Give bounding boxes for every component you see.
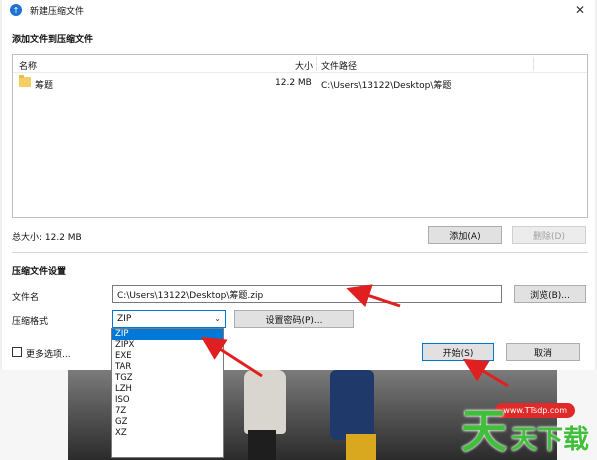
settings-section-title: 压缩文件设置 xyxy=(12,267,67,277)
format-select[interactable]: ZIP ⌄ xyxy=(112,310,226,328)
person-legs-2 xyxy=(346,434,376,460)
chevron-down-icon[interactable]: ⌄ xyxy=(214,314,221,323)
format-option-zip[interactable]: ZIP xyxy=(112,329,223,340)
start-button[interactable]: 开始(S) xyxy=(422,343,494,361)
person-figure-2 xyxy=(330,370,374,440)
format-option-exe[interactable]: EXE xyxy=(112,351,223,362)
format-option-tgz[interactable]: TGZ xyxy=(112,373,223,384)
format-option-xz[interactable]: XZ xyxy=(112,428,223,439)
format-select-value: ZIP xyxy=(117,314,132,324)
title-bar: ↑ 新建压缩文件 ✕ xyxy=(2,0,595,20)
list-header: 名称 大小 文件路径 xyxy=(13,55,587,73)
column-separator[interactable] xyxy=(533,57,534,71)
section-divider xyxy=(12,252,588,253)
app-icon: ↑ xyxy=(10,4,22,16)
file-path-cell: C:\Users\13122\Desktop\筹题 xyxy=(321,81,452,91)
watermark-logo: 天 天下载 xyxy=(461,408,589,454)
format-label: 压缩格式 xyxy=(12,317,49,327)
close-icon[interactable]: ✕ xyxy=(575,3,585,17)
watermark-big-char: 天 xyxy=(460,404,507,458)
format-option-gz[interactable]: GZ xyxy=(112,417,223,428)
total-size-text: 总大小: 12.2 MB xyxy=(12,233,82,243)
file-size-cell: 12.2 MB xyxy=(275,78,312,88)
browse-button[interactable]: 浏览(B)... xyxy=(514,285,586,303)
delete-button[interactable]: 删除(D) xyxy=(512,226,586,244)
person-legs xyxy=(248,430,276,460)
filename-input[interactable]: C:\Users\13122\Desktop\筹题.zip xyxy=(112,285,502,303)
format-option-tar[interactable]: TAR xyxy=(112,362,223,373)
file-name-cell: 筹题 xyxy=(35,81,54,91)
format-option-iso[interactable]: ISO xyxy=(112,395,223,406)
cancel-button[interactable]: 取消 xyxy=(506,343,580,361)
format-option-zipx[interactable]: ZIPX xyxy=(112,340,223,351)
format-dropdown-list[interactable]: ZIP ZIPX EXE TAR TGZ LZH ISO 7Z GZ XZ xyxy=(111,328,224,458)
column-separator[interactable] xyxy=(316,57,317,71)
column-header-name[interactable]: 名称 xyxy=(19,59,37,72)
add-button[interactable]: 添加(A) xyxy=(428,226,502,244)
format-option-lzh[interactable]: LZH xyxy=(112,384,223,395)
photo-left-edge xyxy=(0,370,68,460)
column-header-size[interactable]: 大小 xyxy=(295,59,313,72)
column-header-path[interactable]: 文件路径 xyxy=(321,59,357,72)
set-password-button[interactable]: 设置密码(P)... xyxy=(234,310,354,328)
add-files-section-title: 添加文件到压缩文件 xyxy=(12,35,94,45)
format-option-7z[interactable]: 7Z xyxy=(112,406,223,417)
window-title: 新建压缩文件 xyxy=(30,6,85,17)
more-options-checkbox[interactable] xyxy=(12,347,22,357)
more-options-label[interactable]: 更多选项... xyxy=(26,347,71,360)
file-list[interactable]: 名称 大小 文件路径 筹题 12.2 MB C:\Users\13122\Des… xyxy=(12,54,588,218)
folder-icon xyxy=(19,75,31,87)
table-row[interactable]: 筹题 12.2 MB C:\Users\13122\Desktop\筹题 xyxy=(13,73,587,93)
new-archive-dialog: ↑ 新建压缩文件 ✕ 添加文件到压缩文件 名称 大小 文件路径 筹题 12.2 … xyxy=(2,0,595,370)
person-figure xyxy=(244,370,286,434)
filename-label: 文件名 xyxy=(12,293,40,303)
watermark-small-chars: 天下载 xyxy=(510,425,589,455)
